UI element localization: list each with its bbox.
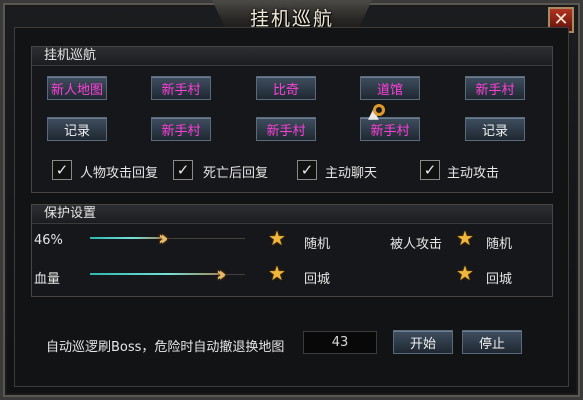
hp-slider-handle[interactable]: ››: [216, 264, 227, 284]
map-button-biqi[interactable]: 比奇: [256, 76, 316, 100]
hp-label: 血量: [34, 272, 61, 287]
map-button-new-player-map[interactable]: 新人地图: [47, 76, 107, 100]
hp-percent-slider-fill: [90, 237, 162, 239]
cursor-ring-icon: [373, 104, 385, 116]
map-button-daoguan[interactable]: 道馆: [360, 76, 420, 100]
hp-slider-fill: [90, 273, 220, 275]
map-button-novice-village-1[interactable]: 新手村: [151, 76, 211, 100]
map-button-novice-village-2[interactable]: 新手村: [465, 76, 525, 100]
checkbox-auto-attack[interactable]: ✓: [420, 160, 440, 180]
record-button-2[interactable]: 记录: [465, 117, 525, 141]
attacked-action-return-city[interactable]: 回城: [486, 268, 512, 287]
checkbox-label-revive-after-death: 死亡后回复: [203, 166, 269, 181]
checkbox-auto-chat[interactable]: ✓: [297, 160, 317, 180]
stop-button[interactable]: 停止: [462, 330, 522, 354]
auto-boss-description: 自动巡逻刷Boss，危险时自动撤退换地图: [46, 340, 285, 355]
checkbox-revive-after-death[interactable]: ✓: [173, 160, 193, 180]
checkbox-label-auto-attack: 主动攻击: [447, 166, 500, 181]
hp-percent-action-random[interactable]: 随机: [304, 233, 330, 252]
star-icon: ★: [456, 261, 474, 285]
checkbox-label-auto-chat: 主动聊天: [325, 166, 378, 181]
protect-group-title: 保护设置: [32, 205, 552, 224]
star-icon: ★: [268, 226, 286, 250]
hp-percent-label: 46%: [34, 233, 63, 248]
start-button[interactable]: 开始: [393, 330, 453, 354]
checkbox-label-counter-attack: 人物攻击回复: [80, 166, 159, 181]
star-icon: ★: [456, 226, 474, 250]
map-button-novice-village-3[interactable]: 新手村: [151, 117, 211, 141]
map-button-novice-village-4[interactable]: 新手村: [256, 117, 316, 141]
checkbox-counter-attack[interactable]: ✓: [52, 160, 72, 180]
star-icon: ★: [268, 261, 286, 285]
hp-percent-slider-handle[interactable]: ››: [158, 228, 169, 248]
record-button-1[interactable]: 记录: [47, 117, 107, 141]
attacked-label: 被人攻击: [390, 237, 443, 252]
boss-count-field[interactable]: 43: [303, 331, 377, 354]
patrol-group-title: 挂机巡航: [32, 47, 552, 66]
protect-group: 保护设置: [31, 204, 553, 297]
hp-action-return-city[interactable]: 回城: [304, 268, 330, 287]
attacked-action-random[interactable]: 随机: [486, 233, 512, 252]
